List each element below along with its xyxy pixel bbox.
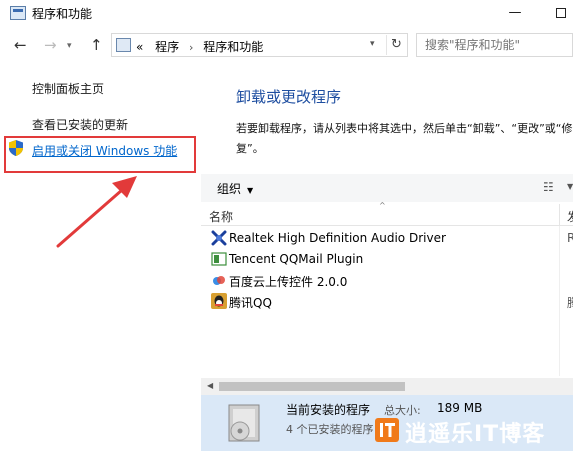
- address-bar[interactable]: « 程序 › 程序和功能 ▾ ↻: [111, 33, 408, 57]
- organize-label: 组织: [217, 182, 242, 196]
- qqmail-icon: [211, 252, 227, 266]
- column-header-publisher[interactable]: 发: [567, 208, 573, 225]
- sidebar: 控制面板主页 查看已安装的更新 启用或关闭 Windows 功能: [0, 62, 201, 451]
- list-header: ^ 名称 发: [201, 201, 573, 226]
- programs-features-icon: [10, 6, 26, 20]
- control-panel-icon: [116, 38, 131, 52]
- command-bar: 组织 ▼ ☷ ▼: [201, 174, 573, 202]
- organize-button[interactable]: 组织 ▼: [217, 180, 253, 197]
- program-row[interactable]: Realtek High Definition Audio Driver R: [201, 228, 573, 249]
- maximize-button[interactable]: [538, 0, 573, 28]
- installed-programs-icon: [228, 404, 260, 442]
- program-publisher: 腾: [567, 294, 573, 311]
- program-row[interactable]: 腾讯QQ 腾: [201, 291, 573, 312]
- program-publisher: R: [567, 231, 573, 245]
- view-options-dropdown[interactable]: ▼: [567, 182, 573, 191]
- chevron-down-icon: ▼: [247, 186, 254, 195]
- scroll-left-icon[interactable]: ◀: [207, 381, 213, 390]
- control-panel-home-link[interactable]: 控制面板主页: [32, 80, 104, 97]
- horizontal-scrollbar[interactable]: ◀: [201, 378, 573, 395]
- program-name: Realtek High Definition Audio Driver: [229, 231, 446, 245]
- page-description: 若要卸载程序，请从列表中将其选中，然后单击“卸载”、“更改”或“修复”。: [236, 122, 573, 155]
- installed-count: 4 个已安装的程序: [286, 423, 374, 436]
- watermark-text: 逍遥乐IT博客: [405, 422, 546, 447]
- view-installed-updates-link[interactable]: 查看已安装的更新: [32, 116, 128, 133]
- qq-icon: [211, 293, 227, 309]
- search-input[interactable]: [417, 34, 572, 56]
- search-box[interactable]: [416, 33, 573, 57]
- column-header-name[interactable]: 名称: [209, 208, 233, 225]
- minimize-button[interactable]: —: [492, 0, 538, 28]
- breadcrumb-separator[interactable]: ›: [189, 41, 193, 54]
- refresh-button[interactable]: ↻: [386, 35, 406, 55]
- program-name: Tencent QQMail Plugin: [229, 252, 364, 266]
- back-button[interactable]: ←: [14, 36, 27, 54]
- realtek-audio-icon: [211, 230, 227, 246]
- navigation-bar: ← → ▾ ↑ « 程序 › 程序和功能 ▾ ↻: [0, 30, 573, 62]
- program-row[interactable]: 百度云上传控件 2.0.0: [201, 270, 573, 291]
- recent-locations-dropdown[interactable]: ▾: [67, 41, 72, 51]
- details-label: 当前安装的程序: [286, 403, 371, 417]
- address-dropdown[interactable]: ▾: [370, 39, 375, 49]
- scroll-thumb[interactable]: [219, 382, 405, 391]
- title-bar: 程序和功能 —: [0, 0, 573, 28]
- breadcrumb-item-programs-features[interactable]: 程序和功能: [203, 40, 263, 54]
- window-title: 程序和功能: [32, 7, 93, 21]
- blog-logo-icon: [375, 418, 399, 442]
- program-name: 腾讯QQ: [229, 296, 272, 310]
- program-name: 百度云上传控件 2.0.0: [229, 275, 348, 289]
- breadcrumb: « 程序 › 程序和功能: [136, 38, 263, 55]
- page-title: 卸载或更改程序: [236, 88, 342, 106]
- breadcrumb-overflow[interactable]: «: [136, 40, 143, 54]
- main-content: 卸载或更改程序 若要卸载程序，请从列表中将其选中，然后单击“卸载”、“更改”或“…: [201, 62, 573, 451]
- view-options-icon[interactable]: ☷: [543, 180, 554, 194]
- breadcrumb-item-programs[interactable]: 程序: [155, 40, 179, 54]
- forward-button[interactable]: →: [44, 36, 57, 54]
- total-size-value: 189 MB: [437, 401, 483, 415]
- highlight-box: [4, 136, 196, 173]
- program-row[interactable]: Tencent QQMail Plugin: [201, 249, 573, 270]
- baidu-cloud-icon: [213, 276, 225, 285]
- maximize-icon: [556, 8, 566, 18]
- column-divider[interactable]: [559, 204, 560, 226]
- sort-ascending-icon: ^: [379, 201, 386, 210]
- up-button[interactable]: ↑: [90, 36, 103, 54]
